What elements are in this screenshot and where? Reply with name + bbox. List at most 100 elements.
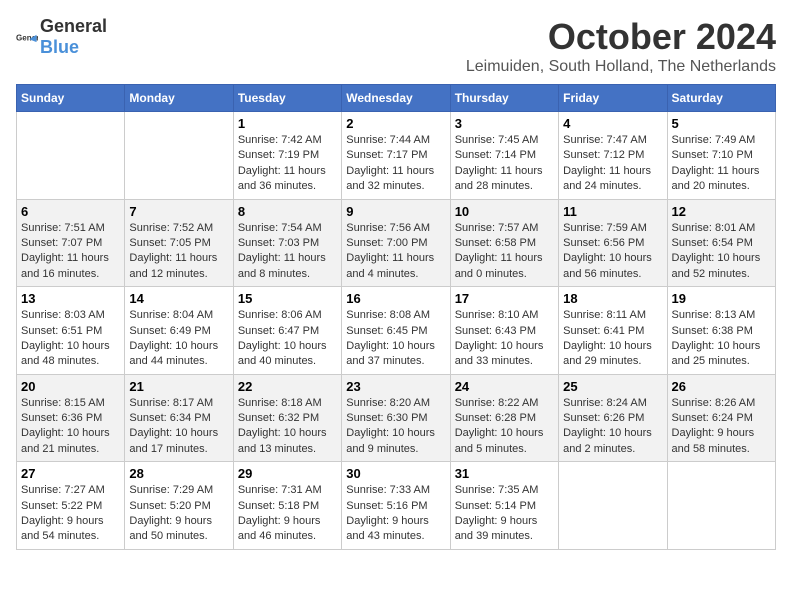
calendar-cell: 24Sunrise: 8:22 AM Sunset: 6:28 PM Dayli…	[450, 374, 558, 462]
day-number: 30	[346, 466, 445, 481]
day-number: 22	[238, 379, 337, 394]
day-info: Sunrise: 7:35 AM Sunset: 5:14 PM Dayligh…	[455, 483, 554, 545]
day-info: Sunrise: 8:26 AM Sunset: 6:24 PM Dayligh…	[672, 396, 771, 458]
day-info: Sunrise: 8:08 AM Sunset: 6:45 PM Dayligh…	[346, 308, 445, 370]
day-info: Sunrise: 7:31 AM Sunset: 5:18 PM Dayligh…	[238, 483, 337, 545]
day-info: Sunrise: 8:15 AM Sunset: 6:36 PM Dayligh…	[21, 396, 120, 458]
calendar-cell: 30 Sunrise: 7:33 AM Sunset: 5:16 PM Dayli…	[342, 462, 450, 550]
day-number: 1	[238, 116, 337, 131]
day-number: 11	[563, 204, 662, 219]
day-info: Sunrise: 7:49 AM Sunset: 7:10 PM Dayligh…	[672, 133, 771, 195]
day-number: 12	[672, 204, 771, 219]
day-info: Sunrise: 7:51 AM Sunset: 7:07 PM Dayligh…	[21, 221, 120, 283]
calendar-cell: 6Sunrise: 7:51 AM Sunset: 7:07 PM Daylig…	[17, 199, 125, 287]
day-info: Sunrise: 8:20 AM Sunset: 6:30 PM Dayligh…	[346, 396, 445, 458]
calendar-cell: 29Sunrise: 7:31 AM Sunset: 5:18 PM Dayli…	[233, 462, 341, 550]
day-number: 17	[455, 291, 554, 306]
calendar-cell: 10 Sunrise: 7:57 AM Sunset: 6:58 PM Dayli…	[450, 199, 558, 287]
day-info: Sunrise: 8:18 AM Sunset: 6:32 PM Dayligh…	[238, 396, 337, 458]
day-info: Sunrise: 7:29 AM Sunset: 5:20 PM Dayligh…	[129, 483, 228, 545]
day-number: 31	[455, 466, 554, 481]
month-title: October 2024	[466, 16, 776, 58]
day-number: 25	[563, 379, 662, 394]
day-number: 5	[672, 116, 771, 131]
calendar-cell	[559, 462, 667, 550]
day-number: 16	[346, 291, 445, 306]
day-header-monday: Monday	[125, 85, 233, 112]
day-info: Sunrise: 7:52 AM Sunset: 7:05 PM Dayligh…	[129, 221, 228, 283]
day-info: Sunrise: 7:45 AM Sunset: 7:14 PM Dayligh…	[455, 133, 554, 195]
day-info: Sunrise: 8:04 AM Sunset: 6:49 PM Dayligh…	[129, 308, 228, 370]
calendar-cell: 2 Sunrise: 7:44 AM Sunset: 7:17 PM Daylig…	[342, 112, 450, 200]
calendar-cell: 9Sunrise: 7:56 AM Sunset: 7:00 PM Daylig…	[342, 199, 450, 287]
day-info: Sunrise: 8:24 AM Sunset: 6:26 PM Dayligh…	[563, 396, 662, 458]
calendar-cell: 8Sunrise: 7:54 AM Sunset: 7:03 PM Daylig…	[233, 199, 341, 287]
day-info: Sunrise: 8:11 AM Sunset: 6:41 PM Dayligh…	[563, 308, 662, 370]
calendar-cell: 5 Sunrise: 7:49 AM Sunset: 7:10 PM Daylig…	[667, 112, 775, 200]
day-number: 14	[129, 291, 228, 306]
calendar-cell: 22 Sunrise: 8:18 AM Sunset: 6:32 PM Dayli…	[233, 374, 341, 462]
calendar-cell	[667, 462, 775, 550]
day-header-wednesday: Wednesday	[342, 85, 450, 112]
logo-text-blue: Blue	[40, 37, 79, 57]
day-number: 26	[672, 379, 771, 394]
week-row-5: 27 Sunrise: 7:27 AM Sunset: 5:22 PM Dayli…	[17, 462, 776, 550]
day-header-sunday: Sunday	[17, 85, 125, 112]
calendar-cell: 13Sunrise: 8:03 AM Sunset: 6:51 PM Dayli…	[17, 287, 125, 375]
day-number: 9	[346, 204, 445, 219]
day-number: 24	[455, 379, 554, 394]
calendar-header-row: SundayMondayTuesdayWednesdayThursdayFrid…	[17, 85, 776, 112]
day-info: Sunrise: 8:06 AM Sunset: 6:47 PM Dayligh…	[238, 308, 337, 370]
calendar-cell: 18 Sunrise: 8:11 AM Sunset: 6:41 PM Dayli…	[559, 287, 667, 375]
day-info: Sunrise: 8:10 AM Sunset: 6:43 PM Dayligh…	[455, 308, 554, 370]
calendar-cell: 23 Sunrise: 8:20 AM Sunset: 6:30 PM Dayli…	[342, 374, 450, 462]
calendar-cell: 3 Sunrise: 7:45 AM Sunset: 7:14 PM Daylig…	[450, 112, 558, 200]
calendar-cell: 15Sunrise: 8:06 AM Sunset: 6:47 PM Dayli…	[233, 287, 341, 375]
calendar-cell: 17 Sunrise: 8:10 AM Sunset: 6:43 PM Dayli…	[450, 287, 558, 375]
day-number: 4	[563, 116, 662, 131]
day-number: 20	[21, 379, 120, 394]
calendar-cell: 14 Sunrise: 8:04 AM Sunset: 6:49 PM Dayli…	[125, 287, 233, 375]
calendar-cell: 26 Sunrise: 8:26 AM Sunset: 6:24 PM Dayli…	[667, 374, 775, 462]
day-info: Sunrise: 8:17 AM Sunset: 6:34 PM Dayligh…	[129, 396, 228, 458]
day-number: 3	[455, 116, 554, 131]
calendar-body: 1 Sunrise: 7:42 AM Sunset: 7:19 PM Daylig…	[17, 112, 776, 550]
day-number: 21	[129, 379, 228, 394]
day-number: 27	[21, 466, 120, 481]
calendar-cell: 21 Sunrise: 8:17 AM Sunset: 6:34 PM Dayli…	[125, 374, 233, 462]
week-row-1: 1 Sunrise: 7:42 AM Sunset: 7:19 PM Daylig…	[17, 112, 776, 200]
day-info: Sunrise: 8:03 AM Sunset: 6:51 PM Dayligh…	[21, 308, 120, 370]
day-number: 10	[455, 204, 554, 219]
day-info: Sunrise: 7:42 AM Sunset: 7:19 PM Dayligh…	[238, 133, 337, 195]
calendar-cell: 12 Sunrise: 8:01 AM Sunset: 6:54 PM Dayli…	[667, 199, 775, 287]
logo: General General Blue	[16, 16, 107, 58]
day-header-friday: Friday	[559, 85, 667, 112]
day-header-saturday: Saturday	[667, 85, 775, 112]
calendar-cell: 27 Sunrise: 7:27 AM Sunset: 5:22 PM Dayli…	[17, 462, 125, 550]
logo-text-general: General	[40, 16, 107, 36]
week-row-2: 6Sunrise: 7:51 AM Sunset: 7:07 PM Daylig…	[17, 199, 776, 287]
day-info: Sunrise: 7:33 AM Sunset: 5:16 PM Dayligh…	[346, 483, 445, 545]
day-number: 18	[563, 291, 662, 306]
day-info: Sunrise: 7:27 AM Sunset: 5:22 PM Dayligh…	[21, 483, 120, 545]
calendar-cell: 7Sunrise: 7:52 AM Sunset: 7:05 PM Daylig…	[125, 199, 233, 287]
day-info: Sunrise: 7:44 AM Sunset: 7:17 PM Dayligh…	[346, 133, 445, 195]
header: General General Blue October 2024 Leimui…	[16, 16, 776, 76]
day-info: Sunrise: 7:57 AM Sunset: 6:58 PM Dayligh…	[455, 221, 554, 283]
day-number: 8	[238, 204, 337, 219]
calendar-cell: 19Sunrise: 8:13 AM Sunset: 6:38 PM Dayli…	[667, 287, 775, 375]
week-row-4: 20 Sunrise: 8:15 AM Sunset: 6:36 PM Dayli…	[17, 374, 776, 462]
day-info: Sunrise: 8:13 AM Sunset: 6:38 PM Dayligh…	[672, 308, 771, 370]
logo-icon: General	[16, 26, 38, 48]
location-title: Leimuiden, South Holland, The Netherland…	[466, 58, 776, 76]
day-info: Sunrise: 7:47 AM Sunset: 7:12 PM Dayligh…	[563, 133, 662, 195]
day-number: 2	[346, 116, 445, 131]
calendar-cell: 28Sunrise: 7:29 AM Sunset: 5:20 PM Dayli…	[125, 462, 233, 550]
day-info: Sunrise: 8:01 AM Sunset: 6:54 PM Dayligh…	[672, 221, 771, 283]
calendar-cell: 11Sunrise: 7:59 AM Sunset: 6:56 PM Dayli…	[559, 199, 667, 287]
day-number: 23	[346, 379, 445, 394]
calendar-cell: 16 Sunrise: 8:08 AM Sunset: 6:45 PM Dayli…	[342, 287, 450, 375]
calendar-cell: 31 Sunrise: 7:35 AM Sunset: 5:14 PM Dayli…	[450, 462, 558, 550]
calendar-cell	[125, 112, 233, 200]
calendar-cell	[17, 112, 125, 200]
